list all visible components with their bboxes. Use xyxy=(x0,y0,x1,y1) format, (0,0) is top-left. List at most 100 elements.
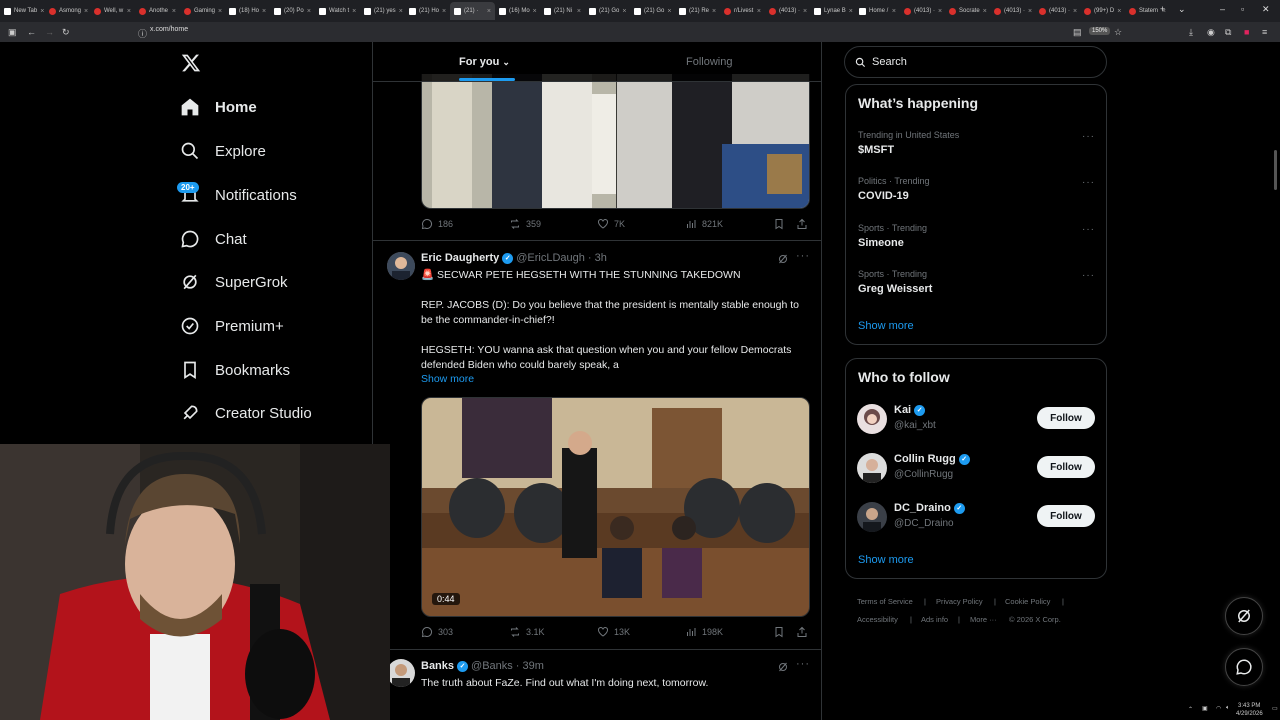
browser-tab[interactable]: Home / × xyxy=(855,2,900,20)
avatar[interactable] xyxy=(857,502,887,532)
browser-tab[interactable]: Anothe × xyxy=(135,2,180,20)
sidebar-toggle-icon[interactable]: ▣ xyxy=(8,27,17,38)
more-options-icon[interactable]: ··· xyxy=(1082,270,1095,281)
reply-button[interactable]: 303 xyxy=(421,626,453,638)
browser-tab[interactable]: (21) · × xyxy=(450,2,495,20)
footer-link-ads-info[interactable]: Ads info xyxy=(921,615,948,624)
tab-close-icon[interactable]: × xyxy=(622,8,626,15)
bookmark-star-icon[interactable]: ☆ xyxy=(1114,27,1122,38)
follow-button[interactable]: Follow xyxy=(1037,505,1095,527)
share-icon[interactable] xyxy=(796,217,808,235)
show-more-link[interactable]: Show more xyxy=(421,373,474,385)
sidebar-item-supergrok[interactable]: SuperGrok xyxy=(180,272,288,292)
tab-close-icon[interactable]: × xyxy=(849,8,853,15)
menu-icon[interactable]: ≡ xyxy=(1262,27,1267,37)
tab-close-icon[interactable]: × xyxy=(84,8,88,15)
share-icon[interactable] xyxy=(796,625,808,643)
tray-chevron-icon[interactable]: ⌃ xyxy=(1188,706,1193,713)
follow-suggestion-name[interactable]: Kai ✓ xyxy=(894,404,926,416)
sidebar-item-home[interactable]: Home xyxy=(180,97,257,117)
browser-tab[interactable]: r/Livest × xyxy=(720,2,765,20)
tweet-author[interactable]: Banks ✓ @Banks · 39m xyxy=(421,660,544,672)
tab-close-icon[interactable]: × xyxy=(892,8,896,15)
tab-close-icon[interactable]: × xyxy=(218,8,222,15)
bookmark-icon[interactable] xyxy=(773,625,785,643)
tab-close-icon[interactable]: × xyxy=(40,8,44,15)
like-button[interactable]: 13K xyxy=(597,626,630,638)
browser-tab[interactable]: (21) Ni × xyxy=(540,2,585,20)
back-button[interactable]: ← xyxy=(27,27,36,37)
extensions-icon[interactable]: ⧉ xyxy=(1225,27,1231,38)
tab-close-icon[interactable]: × xyxy=(533,8,537,15)
maximize-button[interactable]: ▫ xyxy=(1241,4,1244,14)
tab-close-icon[interactable]: × xyxy=(172,8,176,15)
sidebar-item-creator-studio[interactable]: Creator Studio xyxy=(180,403,312,423)
chat-fab-button[interactable] xyxy=(1225,648,1263,686)
browser-tab[interactable]: (21) yes × xyxy=(360,2,405,20)
browser-tab[interactable]: New Tab × xyxy=(0,2,45,20)
browser-tab[interactable]: Gaming × xyxy=(180,2,225,20)
more-options-icon[interactable]: ··· xyxy=(1082,177,1095,188)
reply-button[interactable]: 186 xyxy=(421,218,453,230)
more-options-icon[interactable]: ··· xyxy=(1082,131,1095,142)
browser-tab[interactable]: (18) Ho × xyxy=(225,2,270,20)
tab-close-icon[interactable]: × xyxy=(1028,8,1032,15)
trend-name[interactable]: Greg Weissert xyxy=(858,283,932,295)
volume-icon[interactable]: 🔈︎ xyxy=(1226,705,1230,712)
tab-close-icon[interactable]: × xyxy=(307,8,311,15)
tab-close-icon[interactable]: × xyxy=(1117,8,1121,15)
reader-view-icon[interactable]: ▤ xyxy=(1073,27,1082,38)
browser-tab[interactable]: (99+) D × xyxy=(1080,2,1125,20)
forward-button[interactable]: → xyxy=(45,27,54,37)
tab-close-icon[interactable]: × xyxy=(399,8,403,15)
tab-close-icon[interactable]: × xyxy=(442,8,446,15)
browser-tab[interactable]: (20) Po × xyxy=(270,2,315,20)
browser-tab[interactable]: (21) Go × xyxy=(630,2,675,20)
grok-fab-button[interactable] xyxy=(1225,597,1263,635)
extension-red-icon[interactable]: ■ xyxy=(1244,27,1249,37)
scrollbar-thumb[interactable] xyxy=(1274,150,1277,190)
search-input[interactable]: Search xyxy=(844,46,1107,78)
tab-for-you[interactable]: For you ⌄ xyxy=(459,56,510,68)
browser-tab[interactable]: (21) Go × xyxy=(585,2,630,20)
tab-close-icon[interactable]: × xyxy=(938,8,942,15)
avatar[interactable] xyxy=(857,453,887,483)
avatar[interactable] xyxy=(387,659,415,687)
close-window-button[interactable]: ✕ xyxy=(1262,4,1270,15)
browser-tab[interactable]: (4013) · × xyxy=(1035,2,1080,20)
tab-close-icon[interactable]: × xyxy=(757,8,761,15)
tab-close-icon[interactable]: × xyxy=(983,8,987,15)
footer-link-privacy[interactable]: Privacy Policy xyxy=(936,597,983,606)
tweet-video[interactable]: 0:44 xyxy=(421,397,810,617)
tab-close-icon[interactable]: × xyxy=(667,8,671,15)
footer-link-more[interactable]: More ··· xyxy=(970,615,997,624)
new-tab-button[interactable]: + xyxy=(1160,4,1165,14)
tray-app-icon[interactable]: ▣ xyxy=(1202,705,1208,712)
avatar[interactable] xyxy=(857,404,887,434)
taskbar-time[interactable]: 3:43 PM xyxy=(1238,703,1260,709)
like-button[interactable]: 7K xyxy=(597,218,625,230)
more-options-icon[interactable]: ··· xyxy=(796,250,810,262)
browser-tab[interactable]: (4013) · × xyxy=(900,2,945,20)
site-info-icon[interactable]: ⓘ xyxy=(138,27,147,40)
browser-tab[interactable]: Socrate × xyxy=(945,2,990,20)
browser-tab[interactable]: Lynae B × xyxy=(810,2,855,20)
show-more-link[interactable]: Show more xyxy=(858,554,914,566)
zoom-indicator[interactable]: 150% xyxy=(1089,27,1111,35)
follow-button[interactable]: Follow xyxy=(1037,407,1095,429)
minimize-button[interactable]: – xyxy=(1220,4,1225,14)
trend-name[interactable]: Simeone xyxy=(858,237,904,249)
browser-tab[interactable]: (21) Re × xyxy=(675,2,720,20)
avatar[interactable] xyxy=(387,252,415,280)
follow-suggestion-name[interactable]: Collin Rugg ✓ xyxy=(894,453,970,465)
taskbar-date[interactable]: 4/29/2026 xyxy=(1236,711,1263,717)
tab-close-icon[interactable]: × xyxy=(803,8,807,15)
trend-name[interactable]: COVID-19 xyxy=(858,190,909,202)
views-button[interactable]: 821K xyxy=(685,218,723,230)
footer-link-terms[interactable]: Terms of Service xyxy=(857,597,913,606)
sidebar-item-explore[interactable]: Explore xyxy=(180,141,266,161)
footer-link-cookie[interactable]: Cookie Policy xyxy=(1005,597,1050,606)
browser-tab[interactable]: (4013) · × xyxy=(990,2,1035,20)
show-more-link[interactable]: Show more xyxy=(858,320,914,332)
network-icon[interactable]: ◠ xyxy=(1216,705,1221,712)
